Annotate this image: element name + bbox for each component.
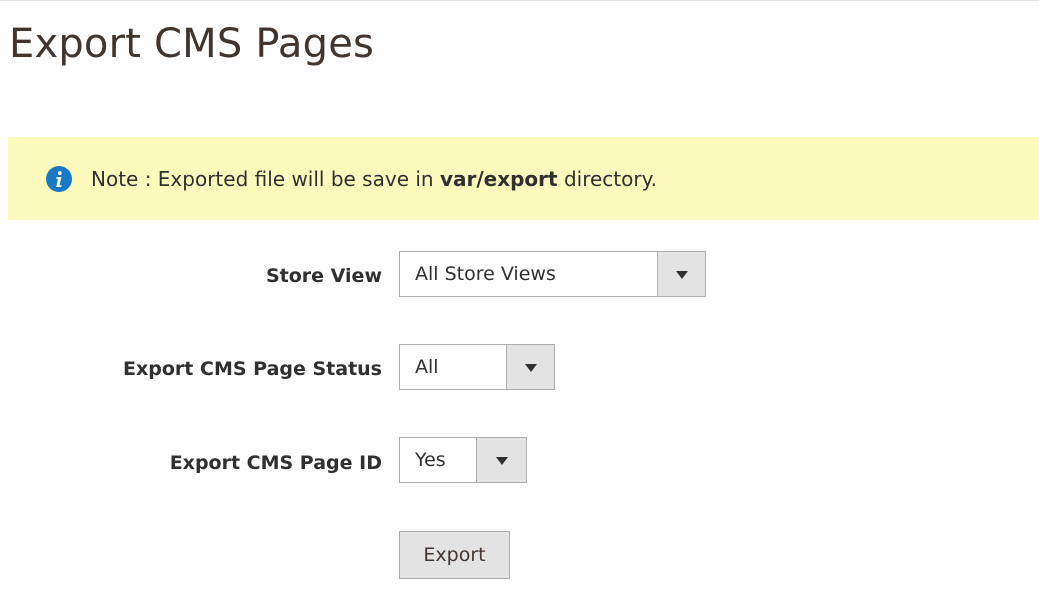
page-status-value: All xyxy=(415,356,439,378)
page-id-label: Export CMS Page ID xyxy=(169,452,382,474)
page-id-dropdown-toggle[interactable] xyxy=(476,438,526,482)
page-status-dropdown-toggle[interactable] xyxy=(506,345,554,389)
store-view-label: Store View xyxy=(265,265,382,287)
caret-down-icon xyxy=(496,457,508,465)
caret-down-icon xyxy=(676,271,688,279)
page-id-select[interactable]: Yes xyxy=(399,437,527,483)
top-divider xyxy=(0,0,1039,1)
note-text: Note : Exported file will be save in var… xyxy=(91,166,657,192)
store-view-dropdown-toggle[interactable] xyxy=(657,252,705,296)
caret-down-icon xyxy=(525,364,537,372)
export-button[interactable]: Export xyxy=(399,531,510,579)
page-status-label: Export CMS Page Status xyxy=(123,358,382,380)
page-status-select[interactable]: All xyxy=(399,344,555,390)
info-icon xyxy=(46,166,72,192)
note-banner: Note : Exported file will be save in var… xyxy=(8,137,1039,220)
store-view-select[interactable]: All Store Views xyxy=(399,251,706,297)
note-prefix: Note : Exported file will be save in xyxy=(91,167,440,191)
page-title: Export CMS Pages xyxy=(9,21,375,67)
page-id-value: Yes xyxy=(415,449,446,471)
note-suffix: directory. xyxy=(557,167,657,191)
note-path: var/export xyxy=(439,167,558,191)
store-view-value: All Store Views xyxy=(415,263,556,285)
